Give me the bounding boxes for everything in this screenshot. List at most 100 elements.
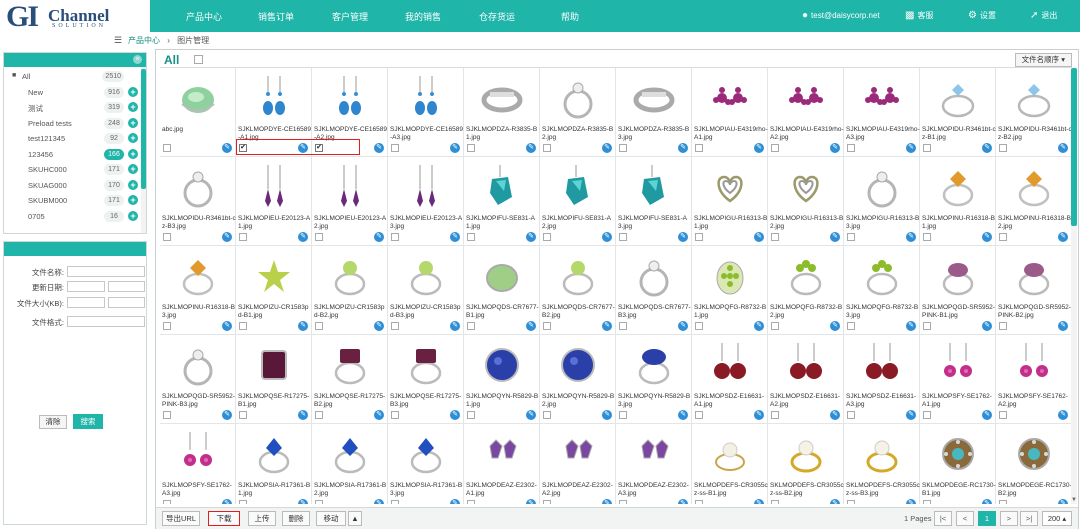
image-tile[interactable]: SJKLMOPIZU-CR1583pd-B2.jpg ✎ — [312, 246, 388, 335]
tile-checkbox[interactable] — [619, 322, 627, 330]
edit-icon[interactable]: ✎ — [754, 321, 764, 331]
tile-checkbox[interactable] — [771, 233, 779, 241]
edit-icon[interactable]: ✎ — [526, 410, 536, 420]
tile-checkbox[interactable] — [619, 411, 627, 419]
tile-checkbox[interactable] — [315, 322, 323, 330]
first-page-button[interactable]: |< — [934, 511, 952, 526]
breadcrumb-home[interactable]: 产品中心 — [128, 36, 160, 45]
edit-icon[interactable]: ✎ — [678, 321, 688, 331]
tile-checkbox[interactable] — [619, 144, 627, 152]
image-tile[interactable]: SJKLMOPIFU-SE831-A3.jpg ✎ — [616, 157, 692, 246]
tile-checkbox[interactable] — [771, 500, 779, 504]
tile-checkbox[interactable] — [163, 144, 171, 152]
file-format-input[interactable] — [67, 316, 145, 327]
add-subfolder-icon[interactable]: + — [128, 133, 138, 143]
tile-checkbox[interactable] — [467, 500, 475, 504]
prev-page-button[interactable]: < — [956, 511, 974, 526]
nav-customer-management[interactable]: 客户管理 — [332, 10, 368, 23]
tile-checkbox[interactable] — [467, 411, 475, 419]
image-tile[interactable]: SJKLMOPQGD-SR5952-PINK-B1.jpg ✎ — [920, 246, 996, 335]
edit-icon[interactable]: ✎ — [678, 410, 688, 420]
move-button[interactable]: 移动 — [316, 511, 346, 526]
edit-icon[interactable]: ✎ — [982, 410, 992, 420]
edit-icon[interactable]: ✎ — [526, 321, 536, 331]
update-date-from-input[interactable] — [67, 281, 105, 292]
image-tile[interactable]: SJKLMOPINU-R16318-B2.jpg ✎ — [996, 157, 1072, 246]
add-subfolder-icon[interactable]: + — [128, 117, 138, 128]
tile-checkbox[interactable] — [619, 500, 627, 504]
image-tile[interactable]: SJKLMOPQYN-R5829-B1.jpg ✎ — [464, 335, 540, 424]
edit-icon[interactable]: ✎ — [374, 321, 384, 331]
edit-icon[interactable]: ✎ — [374, 410, 384, 420]
edit-icon[interactable]: ✎ — [754, 499, 764, 504]
edit-icon[interactable]: ✎ — [450, 143, 460, 153]
edit-icon[interactable]: ✎ — [602, 321, 612, 331]
tile-checkbox[interactable] — [163, 322, 171, 330]
export-url-button[interactable]: 导出URL — [162, 511, 200, 526]
tile-checkbox[interactable] — [847, 322, 855, 330]
tile-checkbox[interactable] — [999, 322, 1007, 330]
image-tile[interactable]: SJKLMOPSDZ-E16631-A2.jpg ✎ — [768, 335, 844, 424]
tile-checkbox[interactable] — [923, 233, 931, 241]
file-size-max-input[interactable] — [108, 297, 145, 308]
tile-checkbox[interactable] — [619, 233, 627, 241]
update-date-to-input[interactable] — [108, 281, 145, 292]
last-page-button[interactable]: >| — [1020, 511, 1038, 526]
nav-warehouse-shipping[interactable]: 仓存货运 — [479, 10, 515, 23]
image-tile[interactable]: SJKLMOPSDZ-E16631-A1.jpg ✎ — [692, 335, 768, 424]
folder-item[interactable]: SKUAG000 170 + — [4, 178, 142, 193]
next-page-button[interactable]: > — [1000, 511, 1018, 526]
image-tile[interactable]: SJKLMOPSIA-R17361-B2.jpg ✎ — [312, 424, 388, 504]
image-tile[interactable]: SKLMOPDEGE-RC1730-B2.jpg ✎ — [996, 424, 1072, 504]
image-tile[interactable]: SJKLMOPQSE-R17275-B2.jpg ✎ — [312, 335, 388, 424]
image-tile[interactable]: SJKLMOPSIA-R17361-B3.jpg ✎ — [388, 424, 464, 504]
file-name-input[interactable] — [67, 266, 145, 277]
tile-checkbox[interactable] — [315, 411, 323, 419]
image-tile[interactable]: SJKLMOPIEU-E20123-A1.jpg ✎ — [236, 157, 312, 246]
upload-button[interactable]: 上传 — [248, 511, 276, 526]
tile-checkbox[interactable] — [923, 144, 931, 152]
add-subfolder-icon[interactable]: + — [128, 102, 138, 112]
edit-icon[interactable]: ✎ — [830, 232, 840, 242]
add-subfolder-icon[interactable]: + — [128, 195, 138, 205]
tile-checkbox[interactable] — [847, 500, 855, 504]
edit-icon[interactable]: ✎ — [906, 143, 916, 153]
tile-checkbox[interactable] — [999, 144, 1007, 152]
edit-icon[interactable]: ✎ — [222, 499, 232, 504]
edit-icon[interactable]: ✎ — [906, 232, 916, 242]
folder-item[interactable]: SKUBM000 171 + — [4, 193, 142, 208]
move-menu-icon[interactable]: ▲ — [348, 511, 362, 526]
edit-icon[interactable]: ✎ — [906, 410, 916, 420]
page-size-select[interactable]: 200 ▴ — [1042, 511, 1072, 526]
nav-product-center[interactable]: 产品中心 — [186, 10, 222, 23]
image-tile[interactable]: SKLMOPDEGE-RC1730-B1.jpg ✎ — [920, 424, 996, 504]
folder-item[interactable]: ■ All 2510 — [4, 69, 142, 84]
edit-icon[interactable]: ✎ — [450, 410, 460, 420]
tile-checkbox[interactable] — [923, 411, 931, 419]
tile-checkbox[interactable] — [695, 144, 703, 152]
edit-icon[interactable]: ✎ — [754, 232, 764, 242]
edit-icon[interactable]: ✎ — [982, 143, 992, 153]
edit-icon[interactable]: ✎ — [298, 321, 308, 331]
image-tile[interactable]: SJKLMOPIDU-R3461bt-cz-B2.jpg ✎ — [996, 68, 1072, 157]
edit-icon[interactable]: ✎ — [602, 143, 612, 153]
folder-item[interactable]: New 916 + — [4, 85, 142, 100]
edit-icon[interactable]: ✎ — [906, 321, 916, 331]
image-tile[interactable]: SJKLMOPDZA-R3835-B2.jpg ✎ — [540, 68, 616, 157]
edit-icon[interactable]: ✎ — [298, 232, 308, 242]
edit-icon[interactable]: ✎ — [526, 232, 536, 242]
tile-checkbox[interactable] — [695, 411, 703, 419]
edit-icon[interactable]: ✎ — [678, 499, 688, 504]
customer-service-link[interactable]: ▩ 客服 — [905, 10, 933, 21]
image-tile[interactable]: SJKLMOPIGU-R16313-B1.jpg ✎ — [692, 157, 768, 246]
folder-item[interactable]: Preload tests 248 + — [4, 116, 142, 131]
tile-checkbox[interactable] — [467, 144, 475, 152]
clear-button[interactable]: 清除 — [39, 415, 67, 429]
edit-icon[interactable]: ✎ — [830, 143, 840, 153]
add-subfolder-icon[interactable]: + — [128, 148, 138, 159]
tile-checkbox[interactable] — [391, 233, 399, 241]
image-tile[interactable]: SJKLMOPIEU-E20123-A3.jpg ✎ — [388, 157, 464, 246]
edit-icon[interactable]: ✎ — [222, 232, 232, 242]
image-tile[interactable]: SJKLMOPIFU-SE831-A2.jpg ✎ — [540, 157, 616, 246]
image-tile[interactable]: SJKLMOPQDS-CR7677-B2.jpg ✎ — [540, 246, 616, 335]
